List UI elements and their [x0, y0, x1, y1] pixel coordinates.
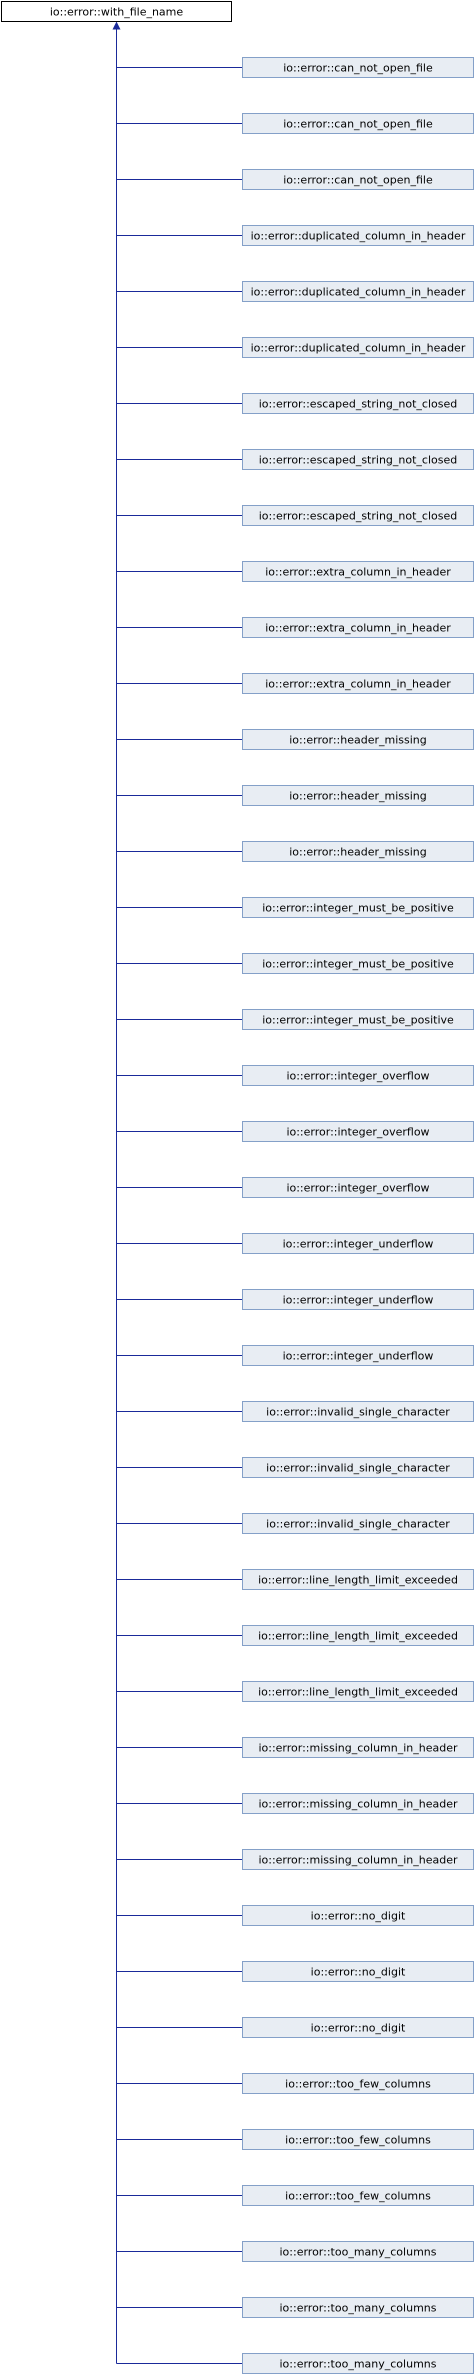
derived-class-node[interactable]: io::error::too_many_columns	[242, 2353, 474, 2374]
derived-class-label: io::error::too_many_columns	[280, 2246, 437, 2259]
derived-class-label: io::error::invalid_single_character	[266, 1406, 450, 1419]
derived-class-label: io::error::too_many_columns	[280, 2358, 437, 2371]
root-node-label: io::error::with_file_name	[50, 6, 184, 19]
derived-class-node[interactable]: io::error::integer_overflow	[242, 1121, 474, 1142]
root-node[interactable]: io::error::with_file_name	[1, 1, 232, 22]
derived-class-label: io::error::extra_column_in_header	[265, 622, 451, 635]
derived-class-label: io::error::too_few_columns	[285, 2190, 431, 2203]
derived-class-node[interactable]: io::error::integer_must_be_positive	[242, 1009, 474, 1030]
derived-class-node[interactable]: io::error::integer_overflow	[242, 1065, 474, 1086]
derived-class-label: io::error::integer_overflow	[286, 1070, 429, 1083]
derived-class-node[interactable]: io::error::too_few_columns	[242, 2129, 474, 2150]
derived-class-label: io::error::integer_must_be_positive	[262, 1014, 454, 1027]
derived-class-node[interactable]: io::error::invalid_single_character	[242, 1457, 474, 1478]
derived-class-node[interactable]: io::error::missing_column_in_header	[242, 1849, 474, 1870]
derived-class-node[interactable]: io::error::integer_must_be_positive	[242, 897, 474, 918]
derived-class-label: io::error::no_digit	[311, 1966, 406, 1979]
derived-class-label: io::error::extra_column_in_header	[265, 566, 451, 579]
derived-class-label: io::error::missing_column_in_header	[258, 1798, 458, 1811]
derived-class-label: io::error::no_digit	[311, 1910, 406, 1923]
derived-class-node[interactable]: io::error::can_not_open_file	[242, 113, 474, 134]
derived-class-node[interactable]: io::error::can_not_open_file	[242, 57, 474, 78]
derived-class-label: io::error::too_few_columns	[285, 2134, 431, 2147]
derived-class-label: io::error::duplicated_column_in_header	[251, 286, 466, 299]
derived-class-label: io::error::can_not_open_file	[283, 118, 433, 131]
derived-class-label: io::error::escaped_string_not_closed	[259, 398, 457, 411]
derived-class-label: io::error::integer_overflow	[286, 1182, 429, 1195]
derived-class-label: io::error::duplicated_column_in_header	[251, 230, 466, 243]
derived-class-nodes: io::error::can_not_open_fileio::error::c…	[242, 57, 474, 2374]
derived-class-node[interactable]: io::error::missing_column_in_header	[242, 1793, 474, 1814]
derived-class-node[interactable]: io::error::extra_column_in_header	[242, 561, 474, 582]
derived-class-node[interactable]: io::error::duplicated_column_in_header	[242, 337, 474, 358]
derived-class-node[interactable]: io::error::no_digit	[242, 1961, 474, 1982]
derived-class-node[interactable]: io::error::invalid_single_character	[242, 1513, 474, 1534]
derived-class-node[interactable]: io::error::no_digit	[242, 1905, 474, 1926]
derived-class-node[interactable]: io::error::integer_underflow	[242, 1289, 474, 1310]
derived-class-label: io::error::integer_underflow	[283, 1294, 434, 1307]
derived-class-node[interactable]: io::error::integer_overflow	[242, 1177, 474, 1198]
derived-class-node[interactable]: io::error::escaped_string_not_closed	[242, 449, 474, 470]
derived-class-node[interactable]: io::error::escaped_string_not_closed	[242, 393, 474, 414]
derived-class-node[interactable]: io::error::duplicated_column_in_header	[242, 281, 474, 302]
inheritance-diagram: io::error::with_file_name io::error::can…	[1, 1, 474, 2374]
derived-class-node[interactable]: io::error::header_missing	[242, 841, 474, 862]
derived-class-node[interactable]: io::error::header_missing	[242, 729, 474, 750]
derived-class-label: io::error::escaped_string_not_closed	[259, 454, 457, 467]
derived-class-node[interactable]: io::error::too_many_columns	[242, 2297, 474, 2318]
derived-class-node[interactable]: io::error::duplicated_column_in_header	[242, 225, 474, 246]
derived-class-label: io::error::duplicated_column_in_header	[251, 342, 466, 355]
derived-class-label: io::error::missing_column_in_header	[258, 1742, 458, 1755]
derived-class-node[interactable]: io::error::too_few_columns	[242, 2185, 474, 2206]
derived-class-node[interactable]: io::error::line_length_limit_exceeded	[242, 1569, 474, 1590]
derived-class-label: io::error::invalid_single_character	[266, 1518, 450, 1531]
derived-class-node[interactable]: io::error::too_few_columns	[242, 2073, 474, 2094]
derived-class-label: io::error::integer_must_be_positive	[262, 902, 454, 915]
derived-class-node[interactable]: io::error::escaped_string_not_closed	[242, 505, 474, 526]
derived-class-label: io::error::integer_must_be_positive	[262, 958, 454, 971]
derived-class-node[interactable]: io::error::can_not_open_file	[242, 169, 474, 190]
derived-class-label: io::error::escaped_string_not_closed	[259, 510, 457, 523]
derived-class-node[interactable]: io::error::integer_underflow	[242, 1345, 474, 1366]
derived-class-node[interactable]: io::error::missing_column_in_header	[242, 1737, 474, 1758]
derived-class-node[interactable]: io::error::no_digit	[242, 2017, 474, 2038]
derived-class-label: io::error::can_not_open_file	[283, 174, 433, 187]
derived-class-node[interactable]: io::error::line_length_limit_exceeded	[242, 1681, 474, 1702]
derived-class-label: io::error::header_missing	[289, 846, 427, 859]
derived-class-node[interactable]: io::error::line_length_limit_exceeded	[242, 1625, 474, 1646]
derived-class-label: io::error::no_digit	[311, 2022, 406, 2035]
derived-class-label: io::error::line_length_limit_exceeded	[258, 1630, 458, 1643]
inheritance-arrowhead	[112, 21, 121, 30]
inheritance-edges	[112, 21, 243, 2364]
derived-class-node[interactable]: io::error::invalid_single_character	[242, 1401, 474, 1422]
derived-class-label: io::error::header_missing	[289, 790, 427, 803]
derived-class-label: io::error::line_length_limit_exceeded	[258, 1574, 458, 1587]
derived-class-label: io::error::line_length_limit_exceeded	[258, 1686, 458, 1699]
derived-class-label: io::error::extra_column_in_header	[265, 678, 451, 691]
derived-class-node[interactable]: io::error::extra_column_in_header	[242, 617, 474, 638]
derived-class-label: io::error::header_missing	[289, 734, 427, 747]
derived-class-label: io::error::integer_underflow	[283, 1238, 434, 1251]
derived-class-label: io::error::too_many_columns	[280, 2302, 437, 2315]
derived-class-node[interactable]: io::error::integer_must_be_positive	[242, 953, 474, 974]
derived-class-label: io::error::too_few_columns	[285, 2078, 431, 2091]
derived-class-node[interactable]: io::error::integer_underflow	[242, 1233, 474, 1254]
derived-class-node[interactable]: io::error::extra_column_in_header	[242, 673, 474, 694]
derived-class-label: io::error::integer_underflow	[283, 1350, 434, 1363]
derived-class-node[interactable]: io::error::header_missing	[242, 785, 474, 806]
derived-class-node[interactable]: io::error::too_many_columns	[242, 2241, 474, 2262]
derived-class-label: io::error::missing_column_in_header	[258, 1854, 458, 1867]
derived-class-label: io::error::invalid_single_character	[266, 1462, 450, 1475]
derived-class-label: io::error::integer_overflow	[286, 1126, 429, 1139]
derived-class-label: io::error::can_not_open_file	[283, 62, 433, 75]
